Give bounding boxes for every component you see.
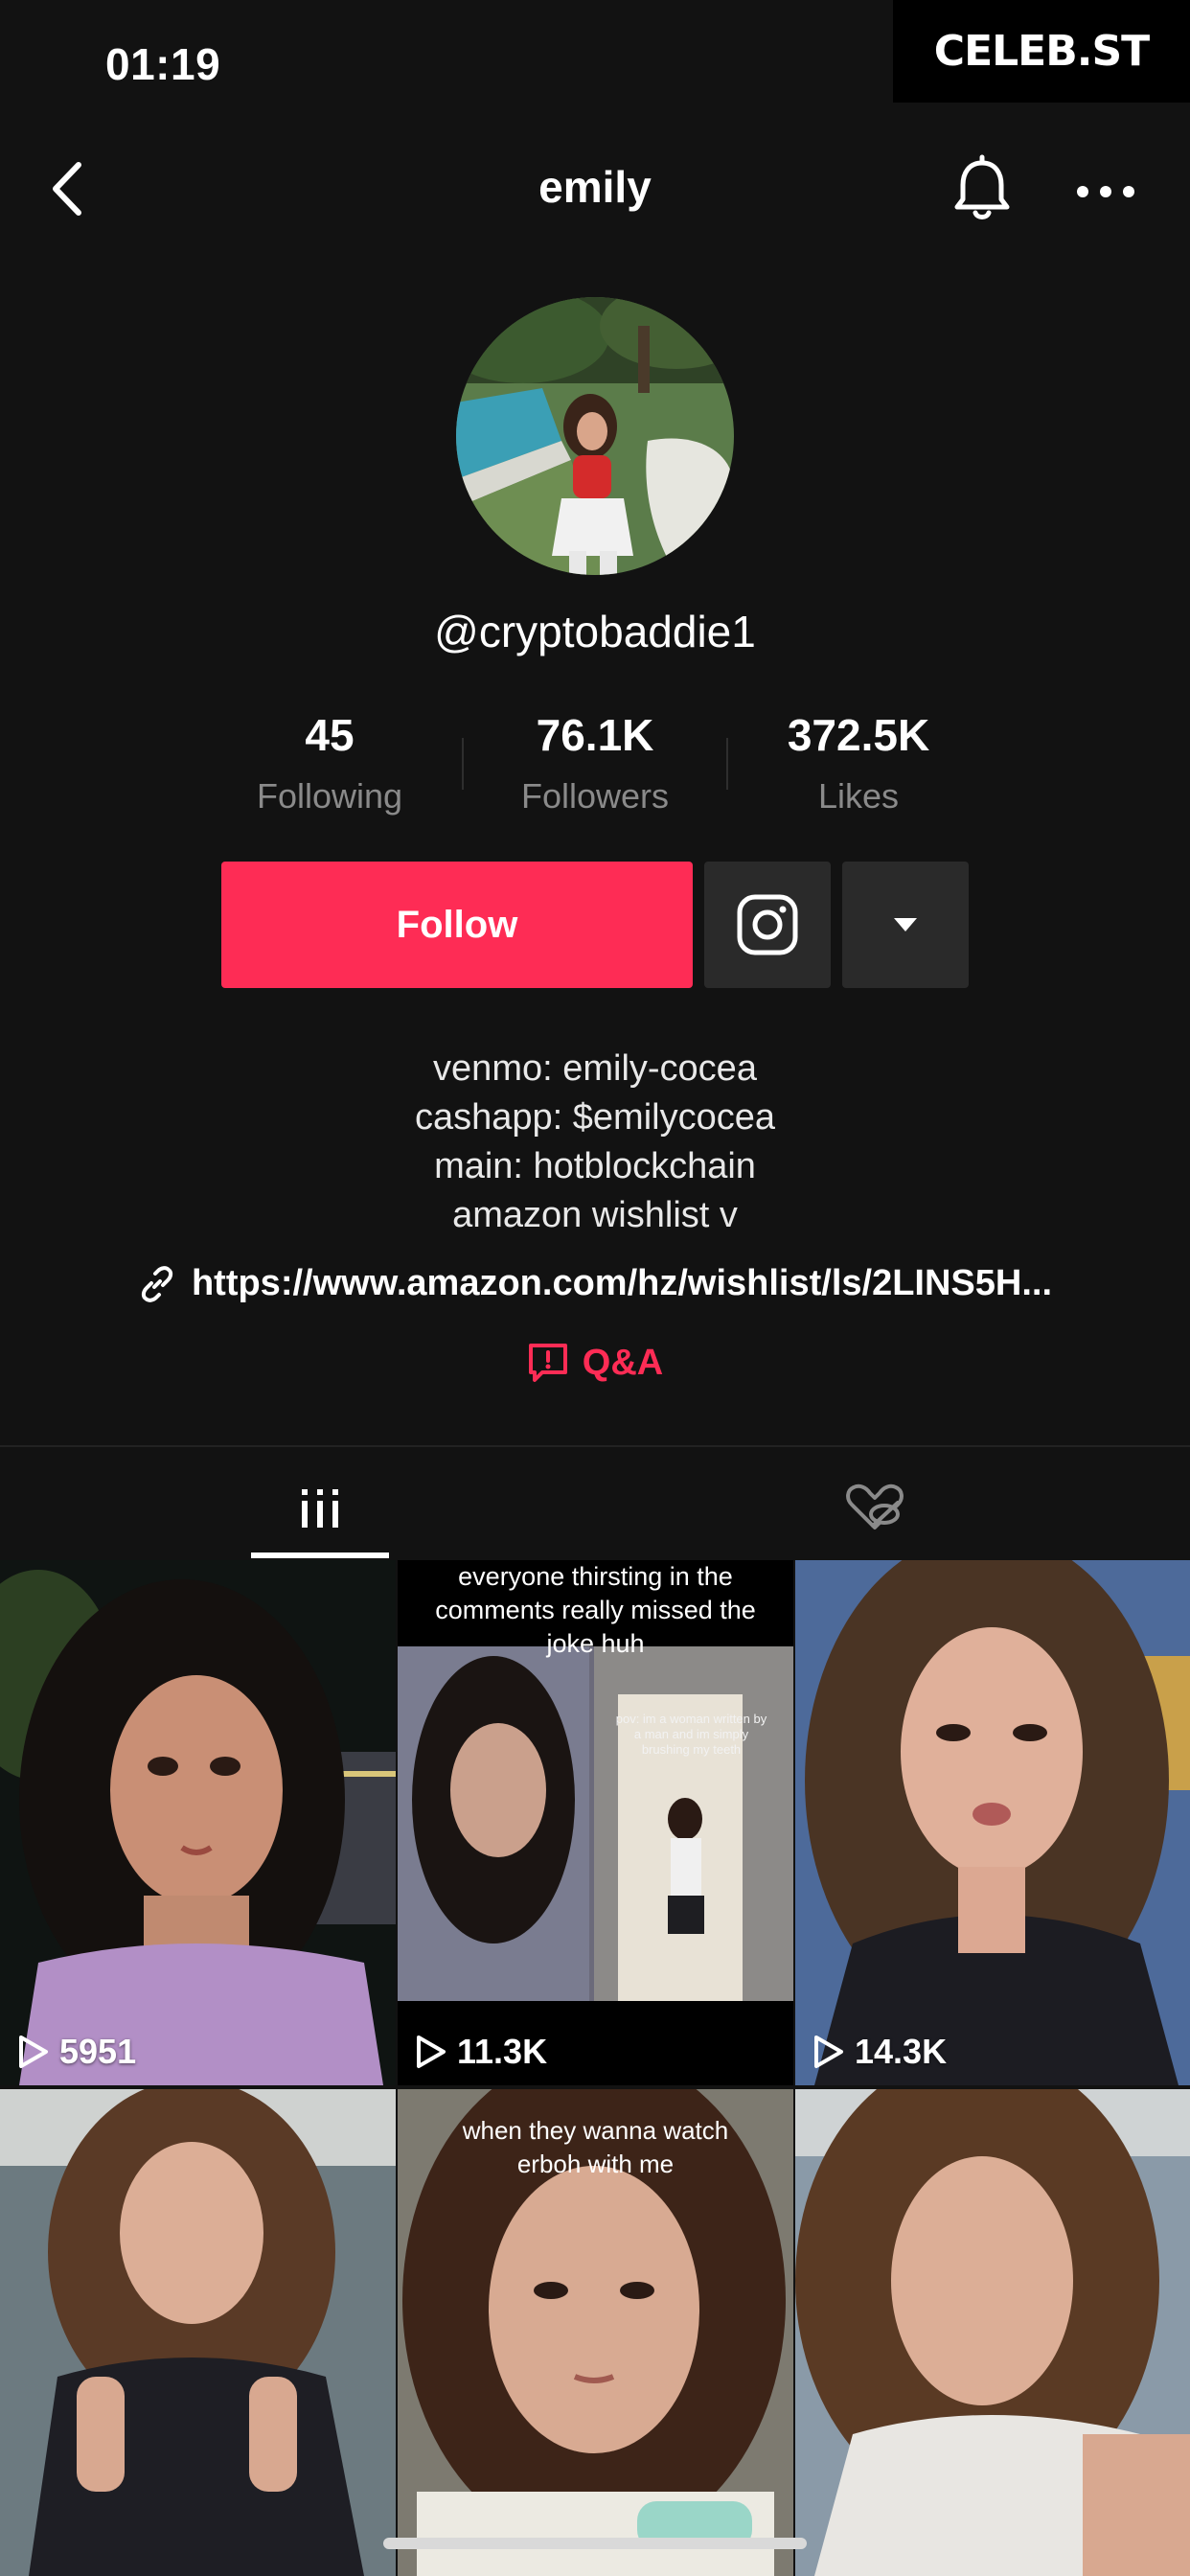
- stat-followers-label: Followers: [520, 776, 670, 816]
- home-indicator[interactable]: [383, 2538, 807, 2549]
- stat-likes[interactable]: 372.5K Likes: [744, 709, 973, 816]
- video-tile[interactable]: [0, 2089, 396, 2576]
- qa-label: Q&A: [582, 1342, 664, 1383]
- qa-icon: [528, 1344, 567, 1382]
- play-icon: [417, 2036, 446, 2068]
- watermark: CELEB.ST: [893, 0, 1190, 103]
- stat-followers-value: 76.1K: [536, 710, 654, 760]
- stat-followers[interactable]: 76.1K Followers: [480, 709, 710, 816]
- profile-link-text: https://www.amazon.com/hz/wishlist/ls/2L…: [191, 1263, 1053, 1303]
- caption-line: erboh with me: [516, 2150, 675, 2178]
- videos-grid-icon: [302, 1489, 338, 1528]
- stat-likes-label: Likes: [817, 776, 900, 816]
- more-horizontal-icon: [1077, 186, 1134, 197]
- video-view-count-text: 5951: [59, 2032, 137, 2071]
- suggested-accounts-dropdown[interactable]: [842, 862, 969, 988]
- profile-link[interactable]: https://www.amazon.com/hz/wishlist/ls/2L…: [0, 1263, 1190, 1304]
- caption-line: comments really missed the: [435, 1596, 756, 1624]
- profile-bio: venmo: emily-cocea cashapp: $emilycocea …: [0, 1045, 1190, 1240]
- follow-button[interactable]: Follow: [221, 862, 693, 988]
- stat-divider: [462, 738, 464, 790]
- stat-divider: [726, 738, 728, 790]
- watermark-text: CELEB.ST: [933, 27, 1150, 76]
- bell-icon: [954, 154, 1010, 219]
- instagram-icon: [737, 894, 798, 955]
- caret-down-icon: [894, 918, 917, 932]
- bio-line: venmo: emily-cocea: [433, 1048, 757, 1089]
- caption-line: when they wanna watch: [462, 2116, 729, 2145]
- liked-hidden-icon: [846, 1484, 904, 1530]
- caption-line: everyone thirsting in the: [458, 1562, 733, 1591]
- instagram-button[interactable]: [704, 862, 831, 988]
- profile-stats: 45 Following 76.1K Followers 372.5K Like…: [0, 709, 1190, 816]
- status-bar-time: 01:19: [105, 39, 221, 89]
- play-icon: [19, 2036, 48, 2068]
- video-view-count: 11.3K: [415, 2032, 547, 2072]
- stat-likes-value: 372.5K: [787, 710, 930, 760]
- play-icon: [814, 2036, 843, 2068]
- bio-line: cashapp: $emilycocea: [415, 1097, 775, 1138]
- tab-active-indicator: [251, 1552, 389, 1558]
- tab-videos[interactable]: [251, 1457, 389, 1560]
- caption-line: pov: im a woman written by: [615, 1712, 767, 1726]
- tabs-divider: [0, 1445, 1190, 1447]
- caption-line: brushing my teeth: [641, 1742, 742, 1757]
- video-tile[interactable]: [795, 2089, 1190, 2576]
- video-caption: everyone thirsting in the comments reall…: [398, 1560, 793, 1661]
- more-options-button[interactable]: [1075, 180, 1136, 203]
- link-icon: [141, 1265, 173, 1302]
- video-tile[interactable]: everyone thirsting in the comments reall…: [398, 1560, 793, 2085]
- profile-handle: @cryptobaddie1: [434, 607, 756, 656]
- stat-following-value: 45: [305, 710, 355, 760]
- video-view-count: 5951: [17, 2032, 136, 2072]
- avatar[interactable]: [456, 297, 734, 575]
- qa-button[interactable]: Q&A: [0, 1342, 1190, 1384]
- video-view-count-text: 11.3K: [457, 2032, 548, 2071]
- bio-line: amazon wishlist v: [452, 1195, 738, 1235]
- caption-line: a man and im simply: [633, 1727, 749, 1741]
- stat-following-label: Following: [256, 776, 403, 816]
- tab-liked[interactable]: [822, 1457, 927, 1560]
- video-inner-caption: pov: im a woman written by a man and im …: [589, 1712, 793, 1758]
- video-tile[interactable]: 14.3K: [795, 1560, 1190, 2085]
- video-view-count-text: 14.3K: [855, 2032, 948, 2071]
- video-view-count: 14.3K: [812, 2032, 947, 2072]
- video-tile[interactable]: 5951: [0, 1560, 396, 2085]
- video-tile[interactable]: when they wanna watch erboh with me: [398, 2089, 793, 2576]
- notifications-button[interactable]: [949, 153, 1016, 225]
- stat-following[interactable]: 45 Following: [215, 709, 445, 816]
- bio-line: main: hotblockchain: [434, 1146, 756, 1186]
- caption-line: joke huh: [546, 1629, 645, 1658]
- video-caption: when they wanna watch erboh with me: [398, 2114, 793, 2181]
